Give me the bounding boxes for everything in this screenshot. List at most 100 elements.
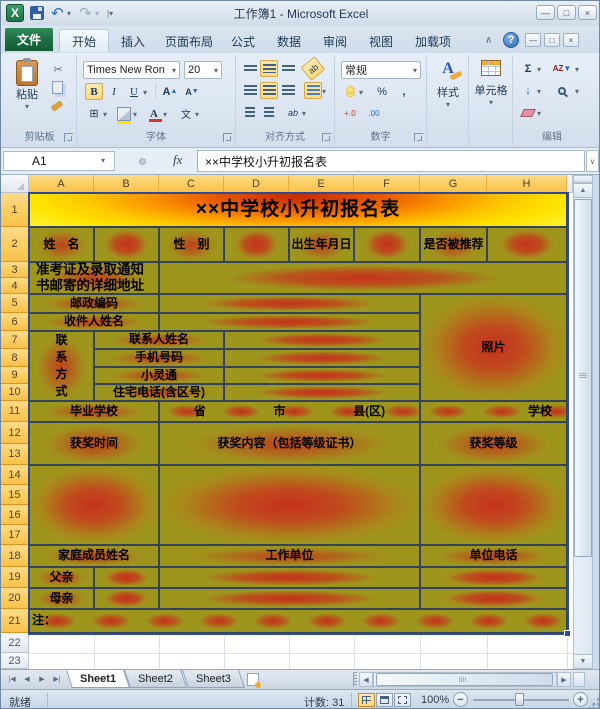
cell-mother-name-value[interactable] — [94, 588, 159, 609]
fill-handle[interactable] — [564, 630, 571, 637]
row-header-21[interactable]: 21 — [1, 609, 29, 633]
tab-view[interactable]: 视图 — [357, 30, 405, 53]
col-header-H[interactable]: H — [487, 175, 567, 193]
align-middle-icon[interactable] — [260, 60, 278, 77]
decrease-decimal-icon[interactable]: .00 — [365, 105, 383, 122]
clear-dropdown-icon[interactable]: ▾ — [537, 109, 541, 118]
number-format-select[interactable]: 常规▾ — [341, 61, 421, 79]
hscroll-right-icon[interactable]: ▶ — [557, 672, 571, 687]
vertical-scroll-thumb[interactable] — [574, 199, 592, 557]
cell-mobile-value[interactable] — [224, 349, 420, 367]
undo-dropdown-icon[interactable]: ▾ — [67, 9, 71, 18]
cell-birth-value[interactable] — [354, 227, 420, 262]
page-layout-view-icon[interactable] — [376, 693, 393, 707]
insert-function-button[interactable]: fx — [173, 152, 182, 168]
sheet-tab-3[interactable]: Sheet3 — [182, 670, 245, 688]
cell-father-name-value[interactable] — [94, 567, 159, 588]
row-header-3[interactable]: 3 — [1, 262, 29, 278]
row-header-7[interactable]: 7 — [1, 331, 29, 349]
cell-postal-value[interactable] — [159, 294, 420, 313]
row-header-1[interactable]: 1 — [1, 193, 29, 227]
row-header-18[interactable]: 18 — [1, 545, 29, 567]
col-header-A[interactable]: A — [29, 175, 94, 193]
phonetic-dropdown-icon[interactable]: ▾ — [195, 110, 199, 119]
cell-home-phone-value[interactable] — [224, 384, 420, 401]
font-color-button[interactable]: A — [145, 105, 163, 122]
decrease-indent-icon[interactable] — [241, 104, 259, 121]
cell-photo[interactable]: 照片 — [420, 294, 567, 401]
tab-addins[interactable]: 加载项 — [403, 30, 463, 53]
page-break-view-icon[interactable] — [394, 693, 411, 707]
sheet-tab-1[interactable]: Sheet1 — [66, 670, 130, 688]
prev-sheet-icon[interactable]: ◀ — [20, 672, 34, 686]
resize-grip-icon[interactable] — [589, 697, 600, 709]
phonetic-guide-button[interactable]: 文 — [177, 105, 195, 122]
tab-split-handle[interactable] — [353, 672, 357, 687]
fill-icon[interactable]: ↓ — [519, 82, 537, 99]
insert-worksheet-icon[interactable] — [247, 673, 259, 686]
increase-indent-icon[interactable] — [260, 104, 278, 121]
cell-contact-name-value[interactable] — [224, 331, 420, 349]
sort-filter-icon[interactable]: AZ▼ — [553, 60, 571, 77]
cell-recommend-value[interactable] — [487, 227, 567, 262]
underline-button[interactable]: U — [125, 83, 143, 100]
row-header-4[interactable]: 4 — [1, 278, 29, 294]
close-button[interactable]: × — [578, 5, 597, 20]
row-header-14[interactable]: 14 — [1, 465, 29, 485]
cell-gender-value[interactable] — [224, 227, 289, 262]
save-button[interactable] — [30, 6, 44, 20]
col-header-D[interactable]: D — [224, 175, 289, 193]
currency-dropdown-icon[interactable]: ▾ — [359, 88, 363, 97]
cell-work-unit-label[interactable]: 工作单位 — [159, 545, 420, 567]
cell-phs-label[interactable]: 小灵通 — [94, 367, 224, 384]
fill-color-dropdown-icon[interactable]: ▾ — [133, 110, 137, 119]
row-header-11[interactable]: 11 — [1, 401, 29, 422]
italic-button[interactable]: I — [105, 83, 123, 100]
tab-formulas[interactable]: 公式 — [219, 30, 267, 53]
row-header-19[interactable]: 19 — [1, 567, 29, 588]
row-header-20[interactable]: 20 — [1, 588, 29, 609]
merge-dropdown-icon[interactable]: ▾ — [322, 87, 326, 96]
row-header-16[interactable]: 16 — [1, 505, 29, 525]
formula-input[interactable]: ××中学校小升初报名表 — [197, 150, 585, 172]
tab-page-layout[interactable]: 页面布局 — [153, 30, 225, 53]
cell-award-time-label[interactable]: 获奖时间 — [29, 422, 159, 465]
format-painter-icon[interactable] — [50, 100, 63, 112]
tab-file[interactable]: 文件 — [5, 28, 53, 51]
row-header-6[interactable]: 6 — [1, 313, 29, 331]
app-logo-icon[interactable]: X — [6, 4, 24, 22]
orientation-button[interactable]: ab — [301, 56, 326, 81]
cell-family-label[interactable]: 家庭成员姓名 — [29, 545, 159, 567]
align-center-icon[interactable] — [260, 82, 278, 99]
col-header-B[interactable]: B — [94, 175, 159, 193]
ribbon-collapse-icon[interactable]: ∧ — [485, 35, 492, 46]
cell-postal-label[interactable]: 邮政编码 — [29, 294, 159, 313]
name-box-dropdown-icon[interactable]: ▾ — [101, 156, 105, 165]
tab-home[interactable]: 开始 — [59, 29, 109, 52]
cell-contact-label[interactable]: 联系方式 — [29, 331, 94, 401]
hscroll-left-icon[interactable]: ◀ — [359, 672, 373, 687]
help-icon[interactable]: ? — [503, 32, 519, 48]
borders-dropdown-icon[interactable]: ▾ — [103, 110, 107, 119]
row-header-10[interactable]: 10 — [1, 384, 29, 401]
scroll-down-icon[interactable]: ▼ — [573, 654, 593, 669]
align-left-icon[interactable] — [241, 82, 259, 99]
cell-name-value[interactable] — [94, 227, 159, 262]
cell-address-value[interactable] — [159, 262, 567, 294]
autosum-dropdown-icon[interactable]: ▾ — [537, 65, 541, 74]
zoom-out-button[interactable]: − — [453, 692, 468, 707]
currency-format-icon[interactable] — [341, 83, 359, 100]
row-header-5[interactable]: 5 — [1, 294, 29, 313]
cell-award-content-value[interactable] — [159, 465, 420, 545]
clear-icon[interactable] — [519, 104, 537, 121]
cell-note[interactable]: 注： — [29, 609, 567, 633]
zoom-slider-thumb[interactable] — [515, 693, 524, 706]
font-name-select[interactable]: Times New Ron▾ — [83, 61, 180, 79]
sort-dropdown-icon[interactable]: ▾ — [575, 65, 579, 74]
tab-review[interactable]: 审阅 — [311, 30, 359, 53]
font-dialog-launcher-icon[interactable] — [223, 133, 232, 142]
row-header-2[interactable]: 2 — [1, 227, 29, 262]
cell-mother-label[interactable]: 母亲 — [29, 588, 94, 609]
cell-gender-label[interactable]: 性 别 — [159, 227, 224, 262]
redo-button[interactable]: ↷ — [79, 4, 92, 22]
